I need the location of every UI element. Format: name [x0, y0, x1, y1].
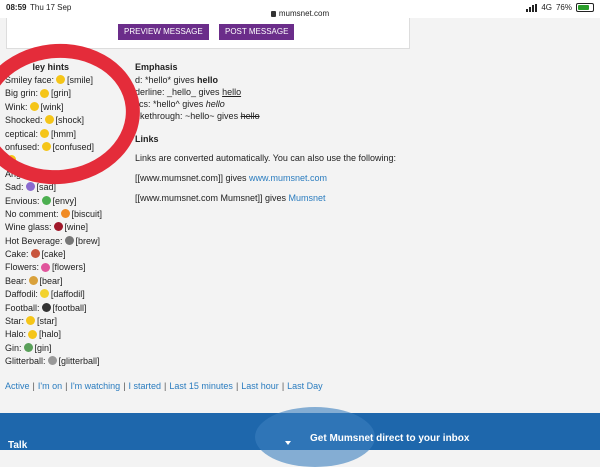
smiley-hint-name: Glitterball: [5, 356, 46, 367]
underline-example: derline: _hello_ gives hello [135, 87, 242, 97]
link-example-1: [[www.mumsnet.com]] gives www.mumsnet.co… [135, 173, 328, 183]
nav-separator: | [281, 381, 285, 391]
smiley-hint-name: No comment: [5, 208, 59, 219]
emphasis-heading: Emphasis [135, 62, 178, 72]
smiley-hint-name: Halo: [5, 329, 27, 340]
smiley-hint-name: Flowers: [5, 262, 40, 273]
smiley-hint-name: Hot Beverage: [5, 235, 63, 246]
bear-icon [28, 275, 38, 285]
smiley-hint-row: Envious: [envy] [5, 195, 130, 208]
strikethrough-example: rikethrough: ~hello~ gives hello [135, 111, 260, 121]
smiley-hint-name: Daffodil: [5, 289, 38, 300]
smiley-hint-row: Star: [star] [5, 315, 130, 328]
smiley-hint-name: Sad: [5, 182, 24, 193]
smiley-hint-name: Cake: [5, 249, 29, 260]
smiley-hint-row: No comment: [biscuit] [5, 208, 130, 221]
nav-link[interactable]: Last Day [287, 381, 323, 391]
battery-icon [576, 3, 594, 12]
smiley-hint-row: Daffodil: [daffodil] [5, 288, 130, 301]
talk-menu[interactable]: Talk [8, 440, 27, 451]
mumsnet-link[interactable]: Mumsnet [289, 193, 326, 203]
smiley-hint-name: Envious: [5, 195, 40, 206]
nav-link[interactable]: Active [5, 381, 30, 391]
footer: Talk Get Mumsnet direct to your inbox [0, 407, 600, 467]
smiley-hint-row: Football: [football] [5, 302, 130, 315]
network-type: 4G [541, 3, 552, 12]
gin-icon [23, 342, 33, 352]
address-bar[interactable]: mumsnet.com [0, 9, 600, 18]
smiley-hint-code: [halo] [39, 329, 62, 340]
smiley-hint-code: [glitterball] [58, 356, 100, 367]
smiley-hint-code: [brew] [75, 235, 101, 246]
flowers-icon [41, 262, 51, 272]
links-heading: Links [135, 134, 159, 144]
smiley-hint-row: Flowers: [flowers] [5, 261, 130, 274]
smiley-hint-code: [gin] [34, 342, 52, 353]
glitterball-icon [47, 356, 57, 366]
preview-message-button[interactable]: PREVIEW MESSAGE [118, 24, 209, 40]
football-icon [41, 302, 51, 312]
nav-link[interactable]: I'm watching [70, 381, 120, 391]
smiley-hint-code: [cake] [41, 249, 66, 260]
envy-icon [41, 195, 51, 205]
smiley-hint-name: Bear: [5, 275, 27, 286]
bold-example: d: *hello* gives hello [135, 75, 219, 85]
nav-separator: | [32, 381, 35, 391]
mumsnet-url-link[interactable]: www.mumsnet.com [249, 173, 327, 183]
brew-icon [64, 235, 74, 245]
smiley-hint-code: [flowers] [52, 262, 86, 273]
halo-icon [28, 329, 38, 339]
nav-separator: | [164, 381, 167, 391]
nav-link[interactable]: Last hour [241, 381, 279, 391]
status-indicators: 4G 76% [526, 3, 594, 12]
biscuit-icon [60, 209, 70, 219]
nav-separator: | [65, 381, 68, 391]
wine-icon [53, 222, 63, 232]
lock-icon [270, 10, 276, 17]
star-icon [26, 316, 36, 326]
nav-separator: | [123, 381, 126, 391]
status-bar: 08:59 Thu 17 Sep mumsnet.com 4G 76% [0, 0, 600, 18]
smiley-hint-code: [wine] [64, 222, 89, 233]
italic-example: lics: *hello^ gives hello [135, 99, 225, 109]
formatting-help: Emphasis d: *hello* gives hello derline:… [135, 60, 400, 204]
smiley-hint-name: Gin: [5, 342, 22, 353]
smiley-hint-code: [envy] [52, 195, 77, 206]
smiley-hint-code: [daffodil] [50, 289, 85, 300]
smiley-hint-code: [football] [52, 302, 87, 313]
smiley-hint-row: Halo: [halo] [5, 328, 130, 341]
smiley-hint-row: Cake: [cake] [5, 248, 130, 261]
nav-link[interactable]: I started [129, 381, 162, 391]
signal-icon [526, 3, 538, 12]
sad-icon [25, 182, 35, 192]
smiley-hint-code: [biscuit] [71, 208, 103, 219]
smiley-hint-row: Gin: [gin] [5, 342, 130, 355]
thread-nav: Active | I'm on | I'm watching | I started | Las… [5, 381, 323, 391]
nav-link[interactable]: Last 15 minutes [169, 381, 233, 391]
post-message-button[interactable]: POST MESSAGE [219, 24, 295, 40]
nav-link[interactable]: I'm on [38, 381, 62, 391]
battery-percent: 76% [555, 3, 572, 12]
smiley-hint-name: Star: [5, 316, 25, 327]
url-text: mumsnet.com [278, 9, 330, 18]
links-intro: Links are converted automatically. You c… [135, 153, 396, 163]
smiley-hint-row: Bear: [bear] [5, 275, 130, 288]
smiley-hint-name: Football: [5, 302, 40, 313]
smiley-hint-row: Hot Beverage: [brew] [5, 235, 130, 248]
smiley-hint-row: Glitterball: [glitterball] [5, 355, 130, 368]
smiley-hint-code: [bear] [39, 275, 63, 286]
chevron-down-icon[interactable] [285, 441, 291, 445]
cake-icon [30, 249, 40, 259]
smiley-hint-name: Wine glass: [5, 222, 52, 233]
daffodil-icon [39, 289, 49, 299]
newsletter-heading: Get Mumsnet direct to your inbox [310, 433, 470, 444]
smiley-hint-code: [star] [37, 316, 58, 327]
link-example-2: [[www.mumsnet.com Mumsnet]] gives Mumsne… [135, 193, 326, 203]
smiley-hint-row: Wine glass: [wine] [5, 221, 130, 234]
nav-separator: | [235, 381, 239, 391]
